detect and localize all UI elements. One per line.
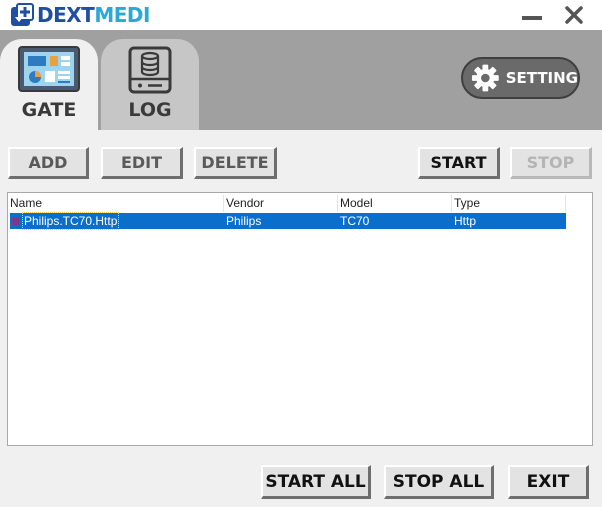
add-button[interactable]: ADD bbox=[8, 147, 89, 179]
setting-label: SETTING bbox=[505, 69, 578, 87]
start-all-button[interactable]: START ALL bbox=[261, 465, 371, 499]
start-button[interactable]: START bbox=[418, 147, 500, 179]
stop-button[interactable]: STOP bbox=[510, 147, 592, 179]
row-vendor: Philips bbox=[226, 214, 262, 228]
brand-name: DEXTMEDI bbox=[37, 3, 150, 27]
gear-icon bbox=[471, 64, 499, 92]
brand-name-part1: DEXT bbox=[37, 3, 95, 27]
column-header-name[interactable]: Name bbox=[8, 195, 224, 212]
column-header-vendor[interactable]: Vendor bbox=[224, 195, 338, 212]
row-model: TC70 bbox=[340, 214, 370, 228]
tab-gate-label: GATE bbox=[21, 99, 77, 121]
setting-button[interactable]: SETTING bbox=[461, 57, 580, 99]
stop-all-button[interactable]: STOP ALL bbox=[384, 465, 494, 499]
gate-panel: ADD EDIT DELETE START STOP Name Vendor M… bbox=[0, 130, 602, 507]
title-bar: DEXTMEDI bbox=[0, 0, 602, 30]
logo-icon bbox=[11, 3, 34, 26]
row-type: Http bbox=[454, 214, 477, 228]
list-header: Name Vendor Model Type bbox=[8, 195, 592, 212]
row-name: Philips.TC70.Http bbox=[21, 212, 120, 230]
row-status-icon bbox=[12, 217, 20, 225]
header-bar: GATE LOG SETTING bbox=[0, 30, 602, 130]
tab-log-label: LOG bbox=[128, 99, 172, 121]
close-icon bbox=[565, 6, 583, 24]
column-header-model[interactable]: Model bbox=[338, 195, 452, 212]
edit-button[interactable]: EDIT bbox=[101, 147, 183, 179]
tab-gate[interactable]: GATE bbox=[0, 39, 98, 130]
minimize-button[interactable] bbox=[520, 4, 544, 26]
app-logo: DEXTMEDI bbox=[10, 3, 150, 27]
delete-button[interactable]: DELETE bbox=[194, 147, 277, 179]
database-icon bbox=[128, 46, 172, 94]
minimize-icon bbox=[522, 16, 542, 20]
gate-list[interactable]: Name Vendor Model Type Philips.TC70.Http… bbox=[7, 192, 593, 446]
close-button[interactable] bbox=[562, 4, 586, 26]
dashboard-icon bbox=[18, 46, 80, 92]
tab-log[interactable]: LOG bbox=[101, 39, 199, 130]
brand-name-part2: MEDI bbox=[94, 3, 150, 27]
exit-button[interactable]: EXIT bbox=[508, 465, 589, 499]
column-header-type[interactable]: Type bbox=[452, 195, 566, 212]
table-row[interactable]: Philips.TC70.Http Philips TC70 Http bbox=[10, 212, 566, 230]
